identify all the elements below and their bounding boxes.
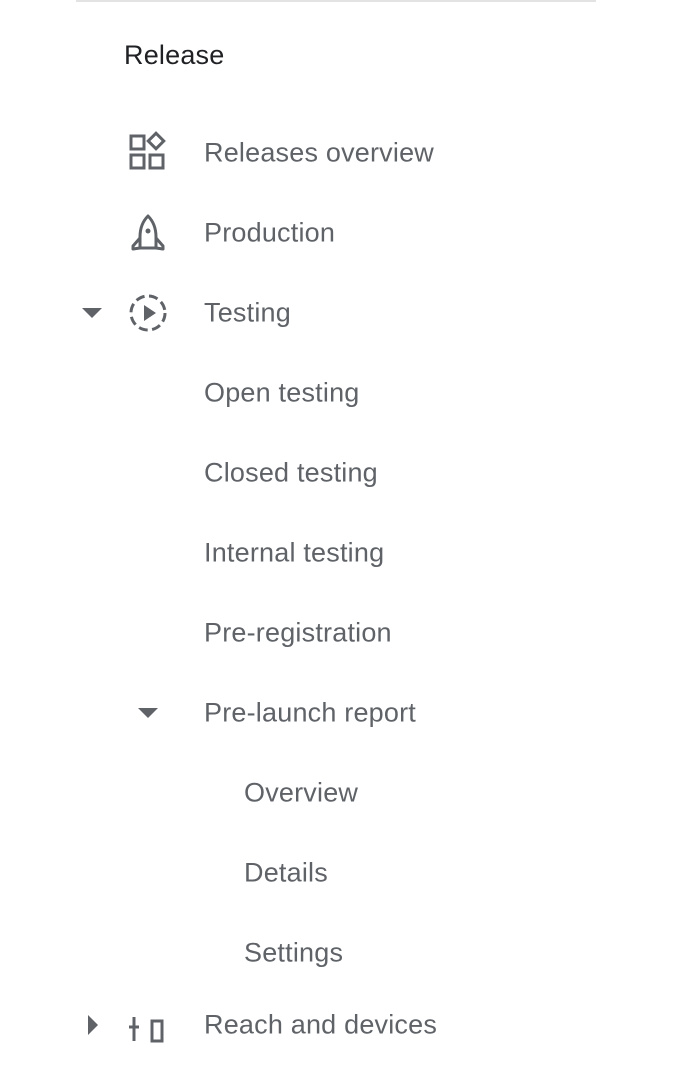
bar-chart-icon xyxy=(129,1017,164,1043)
nav-label-internal-testing: Internal testing xyxy=(204,537,385,568)
nav-item-details[interactable]: Details xyxy=(0,833,680,913)
nav-item-pre-registration[interactable]: Pre-registration xyxy=(0,593,680,673)
caret-down-icon[interactable] xyxy=(137,706,159,720)
nav-item-closed-testing[interactable]: Closed testing xyxy=(0,433,680,513)
nav-item-pre-launch-report[interactable]: Pre-launch report xyxy=(0,673,680,753)
nav-label-reach-and-devices: Reach and devices xyxy=(204,1009,438,1040)
testing-play-icon xyxy=(129,294,167,332)
nav-label-details: Details xyxy=(244,857,328,888)
nav-label-production: Production xyxy=(204,217,336,248)
dashboard-icon xyxy=(129,131,166,170)
nav-label-testing: Testing xyxy=(204,297,291,328)
nav-item-releases-overview[interactable]: Releases overview xyxy=(0,113,680,193)
nav-item-testing[interactable]: Testing xyxy=(0,273,680,353)
nav-label-pre-launch-report: Pre-launch report xyxy=(204,697,417,728)
nav-label-pre-registration: Pre-registration xyxy=(204,617,392,648)
top-divider xyxy=(76,0,596,2)
nav-label-overview: Overview xyxy=(244,777,359,808)
nav-item-reach-and-devices[interactable]: Reach and devices xyxy=(0,985,680,1065)
nav-label-settings: Settings xyxy=(244,937,344,968)
nav-item-production[interactable]: Production xyxy=(0,193,680,273)
nav-label-closed-testing: Closed testing xyxy=(204,457,378,488)
nav-item-overview[interactable]: Overview xyxy=(0,753,680,833)
caret-right-icon[interactable] xyxy=(86,1014,100,1036)
nav-label-open-testing: Open testing xyxy=(204,377,360,408)
nav-item-open-testing[interactable]: Open testing xyxy=(0,353,680,433)
nav-item-internal-testing[interactable]: Internal testing xyxy=(0,513,680,593)
caret-down-icon[interactable] xyxy=(81,306,103,320)
nav-item-settings[interactable]: Settings xyxy=(0,913,680,993)
nav-label-releases-overview: Releases overview xyxy=(204,137,434,168)
rocket-icon xyxy=(131,214,165,251)
section-title-release: Release xyxy=(124,40,225,70)
